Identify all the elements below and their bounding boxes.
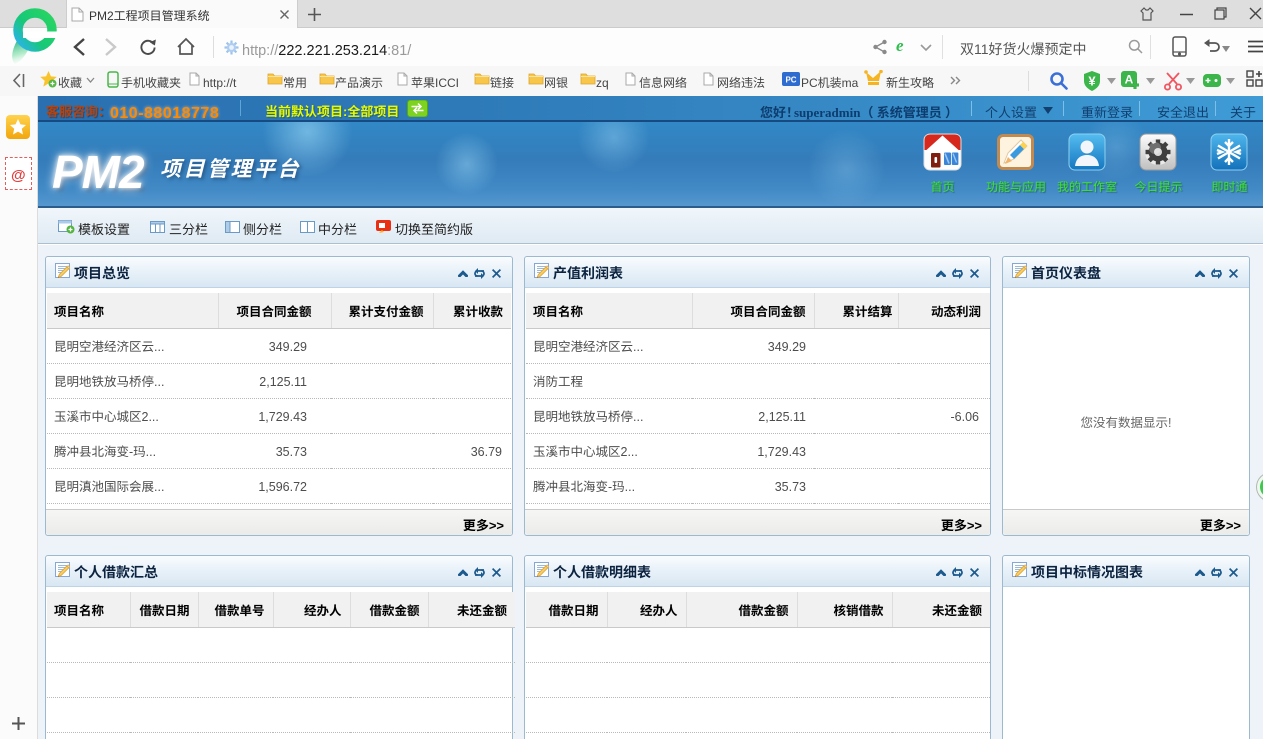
svg-text:¥: ¥: [1088, 74, 1096, 89]
svg-text:PC: PC: [785, 76, 796, 85]
